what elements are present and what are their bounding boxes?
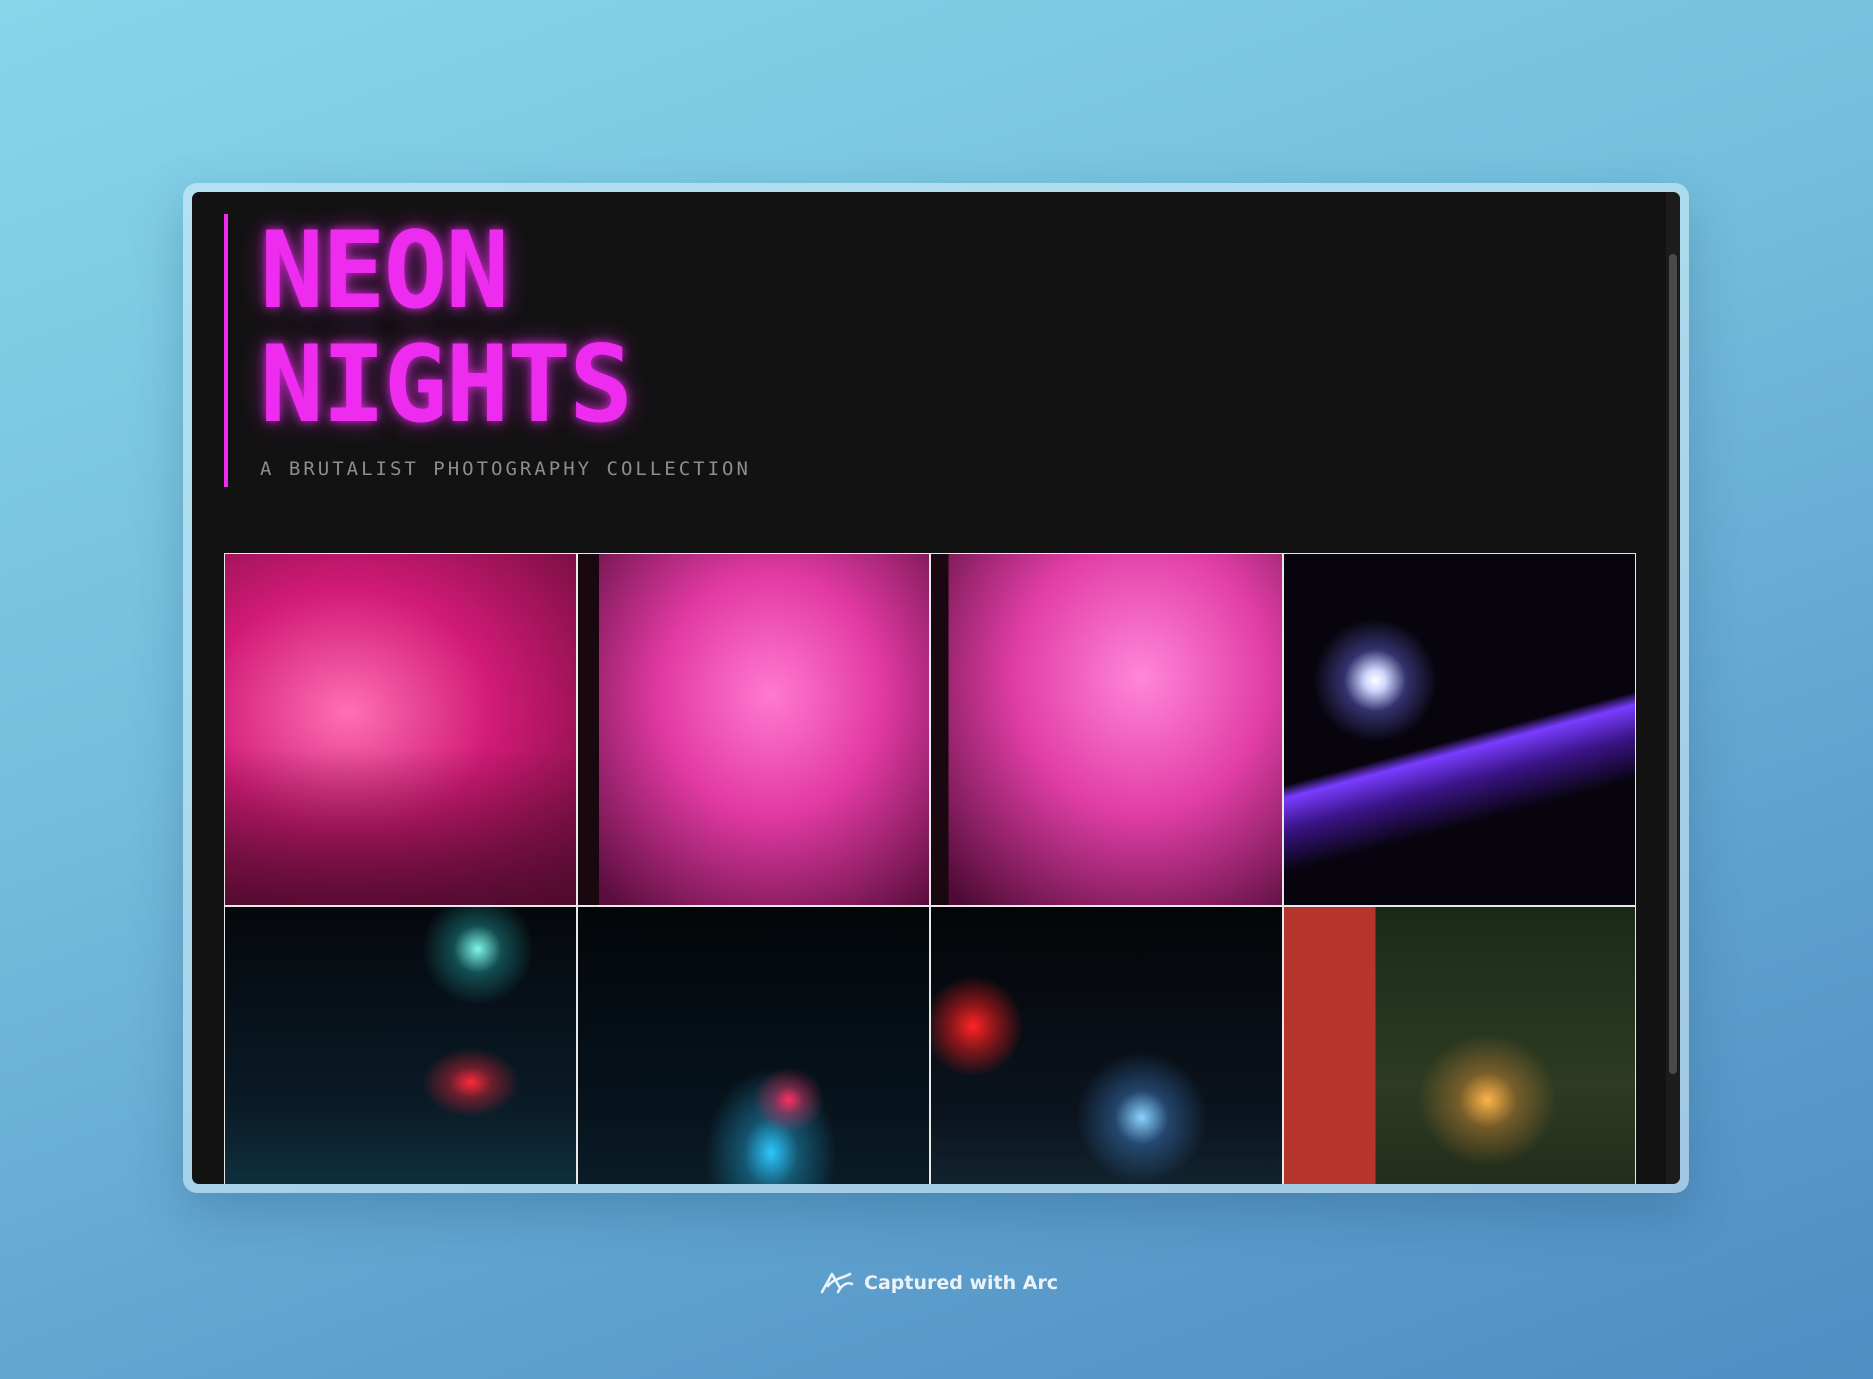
title-line-1: NEON [260,209,509,332]
photo-tile-2[interactable] [578,554,929,905]
hero-header: NEON NIGHTS A BRUTALIST PHOTOGRAPHY COLL… [224,214,748,487]
photo-tile-5[interactable] [225,907,576,1184]
page-viewport: NEON NIGHTS A BRUTALIST PHOTOGRAPHY COLL… [192,192,1680,1184]
photo-tile-8[interactable] [1284,907,1635,1184]
photo-tile-6[interactable] [578,907,929,1184]
page-title: NEON NIGHTS [260,214,633,442]
browser-window: NEON NIGHTS A BRUTALIST PHOTOGRAPHY COLL… [183,183,1689,1193]
captured-with-arc-badge: Captured with Arc [818,1268,1058,1298]
scrollbar[interactable] [1666,192,1680,1184]
photo-tile-7[interactable] [931,907,1282,1184]
arc-logo-icon [820,1272,854,1294]
photo-tile-4[interactable] [1284,554,1635,905]
photo-tile-3[interactable] [931,554,1282,905]
photo-gallery [224,553,1636,1184]
badge-text: Captured with Arc [864,1272,1059,1294]
page-subtitle: A BRUTALIST PHOTOGRAPHY COLLECTION [260,458,751,480]
scrollbar-thumb[interactable] [1669,254,1677,1074]
title-line-2: NIGHTS [260,323,633,446]
photo-tile-1[interactable] [225,554,576,905]
